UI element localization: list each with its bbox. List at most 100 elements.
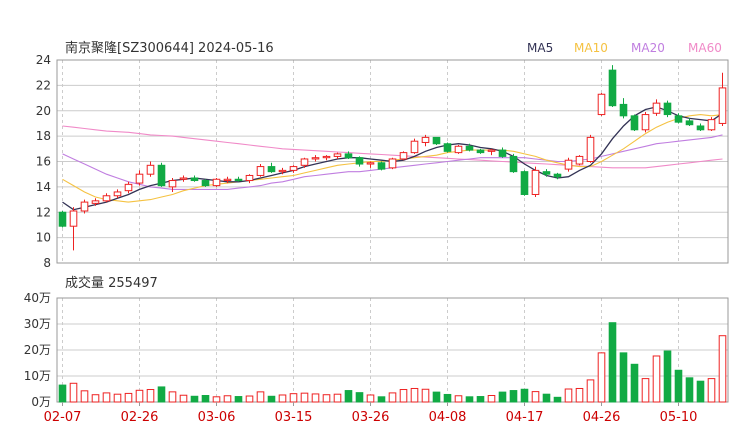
volume-bar <box>146 389 155 403</box>
candle-body <box>168 180 177 188</box>
price-tick-label: 18 <box>36 129 51 143</box>
candle <box>586 134 595 163</box>
candle-body <box>311 157 320 160</box>
candle <box>146 161 155 177</box>
candle-body <box>619 103 628 117</box>
volume-bar <box>454 395 463 403</box>
candle-body <box>520 171 529 195</box>
volume-bar <box>344 390 353 403</box>
volume-bar <box>421 388 430 403</box>
candle-body <box>146 164 155 175</box>
date-tick-label: 04-17 <box>506 410 544 425</box>
candle-body <box>542 171 551 175</box>
candle-body <box>124 183 133 192</box>
volume-bar <box>509 390 518 403</box>
volume-bar <box>652 355 661 403</box>
candle <box>124 181 133 194</box>
volume-bar <box>80 390 89 403</box>
price-panel: 24 22 20 18 16 14 12 10 8 <box>36 53 729 270</box>
date-tick-label: 02-26 <box>121 410 159 425</box>
legend-ma5: MA5 <box>527 41 553 55</box>
legend-ma10: MA10 <box>574 41 608 55</box>
volume-bar <box>113 393 122 403</box>
candle-body <box>289 166 298 171</box>
candle <box>696 123 705 132</box>
price-tick-label: 20 <box>36 104 51 118</box>
candle <box>498 147 507 158</box>
candle <box>366 161 375 168</box>
volume-panel: 40万 30万 20万 10万 0万 <box>24 291 729 409</box>
candle-body <box>212 178 221 187</box>
candle-body <box>707 119 716 131</box>
candle <box>509 153 518 173</box>
candle <box>377 161 386 171</box>
candle-body <box>685 120 694 126</box>
candle-body <box>69 210 78 227</box>
candle-body <box>630 115 639 131</box>
candle <box>322 155 331 161</box>
volume-tick-label: 10万 <box>24 369 51 383</box>
candle <box>245 174 254 184</box>
date-tick-label: 04-08 <box>429 410 467 425</box>
volume-bar <box>531 391 540 403</box>
volume-bar <box>333 393 342 403</box>
ma-legend: MA5 MA10 MA20 MA60 <box>527 41 722 55</box>
volume-bar <box>498 391 507 403</box>
candle <box>432 136 441 146</box>
candle <box>597 92 606 116</box>
volume-bar <box>256 391 265 403</box>
volume-bar <box>487 395 496 403</box>
candle <box>69 207 78 251</box>
candle <box>355 156 364 167</box>
candle-body <box>179 177 188 180</box>
volume-bar <box>289 393 298 403</box>
candle-body <box>586 136 595 163</box>
candle <box>410 138 419 154</box>
candle <box>80 199 89 214</box>
candle <box>454 145 463 154</box>
volume-bar <box>223 395 232 403</box>
candle-body <box>718 87 727 124</box>
candle <box>388 157 397 170</box>
candle <box>58 210 67 228</box>
candle <box>685 118 694 126</box>
legend-ma20: MA20 <box>631 41 665 55</box>
volume-bar <box>707 378 716 403</box>
candle-body <box>663 102 672 116</box>
candle-body <box>410 140 419 154</box>
candle-body <box>157 164 166 187</box>
candle-body <box>641 114 650 131</box>
candle-body <box>300 158 309 166</box>
candle <box>564 157 573 172</box>
volume-bar <box>619 352 628 403</box>
candle-body <box>487 149 496 152</box>
volume-bar <box>102 392 111 403</box>
candle <box>212 177 221 187</box>
volume-tick-label: 0万 <box>31 395 51 409</box>
candle-body <box>366 162 375 165</box>
volume-bar <box>91 394 100 403</box>
candle <box>652 99 661 116</box>
candle <box>399 151 408 161</box>
price-tick-label: 10 <box>36 231 51 245</box>
volume-tick-label: 40万 <box>24 291 51 305</box>
candle <box>608 65 617 107</box>
candle-body <box>234 178 243 182</box>
volume-bar <box>157 386 166 403</box>
chart-title: 南京聚隆[SZ300644] 2024-05-16 <box>65 40 274 56</box>
candle-body <box>652 102 661 114</box>
candle <box>289 165 298 173</box>
volume-bar <box>190 395 199 403</box>
candle-body <box>256 166 265 176</box>
volume-bar <box>399 389 408 403</box>
volume-bar <box>267 395 276 403</box>
candle-body <box>344 153 353 159</box>
volume-bar <box>564 388 573 403</box>
candle-body <box>333 153 342 157</box>
candle-body <box>509 155 518 173</box>
volume-bar <box>58 384 67 403</box>
volume-bar <box>685 377 694 403</box>
candle <box>333 152 342 159</box>
candle <box>531 166 540 198</box>
candle <box>641 112 650 133</box>
